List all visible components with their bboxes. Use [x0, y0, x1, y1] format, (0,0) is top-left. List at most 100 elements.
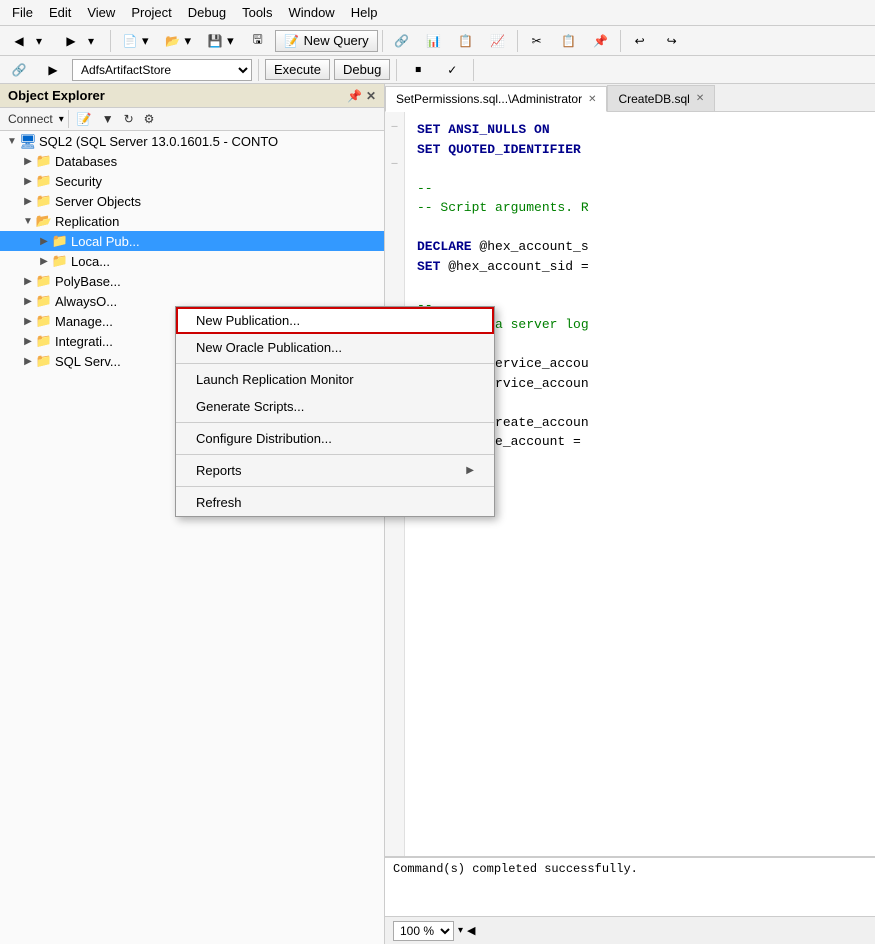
copy-button[interactable]: 📋: [554, 30, 584, 52]
zoom-dropdown-icon[interactable]: ▾: [458, 925, 463, 936]
new-query-icon: 📝: [284, 33, 300, 49]
filter-button[interactable]: ▼: [98, 110, 118, 128]
toolbar2-icon2[interactable]: ▶: [38, 59, 68, 81]
save-all-button[interactable]: 🖫: [243, 30, 273, 52]
configure-distribution-label: Configure Distribution...: [196, 431, 332, 446]
properties-button[interactable]: ⚙: [140, 110, 159, 128]
tree-polybase[interactable]: ▶ 📁 PolyBase...: [0, 271, 384, 291]
ctx-new-publication[interactable]: New Publication...: [176, 307, 494, 334]
ctx-refresh[interactable]: Refresh: [176, 489, 494, 516]
tab-setpermissions[interactable]: SetPermissions.sql...\Administrator ✕: [385, 86, 607, 112]
check-button[interactable]: ✓: [437, 59, 467, 81]
sql-line-4: --: [417, 179, 863, 199]
collapse-btn1[interactable]: —: [391, 120, 397, 135]
toolbar-icon3-button[interactable]: 📋: [451, 30, 481, 52]
server-icon: 🖥: [20, 133, 36, 149]
connect-dropdown-icon[interactable]: ▾: [59, 114, 64, 125]
icon2: 📊: [426, 33, 442, 49]
new-query-button[interactable]: 📝 New Query: [275, 30, 378, 52]
new-query-oe-icon: 📝: [77, 112, 92, 126]
menu-project[interactable]: Project: [123, 3, 179, 22]
paste-button[interactable]: 📌: [586, 30, 616, 52]
tree-local-publications[interactable]: ▶ 📁 Local Pub...: [0, 231, 384, 251]
alwayson-folder-icon: 📁: [36, 293, 52, 309]
undo-button[interactable]: ↩: [625, 30, 655, 52]
toolbar-icon2-button[interactable]: 📊: [419, 30, 449, 52]
sql-line-8: SET @hex_account_sid =: [417, 257, 863, 277]
menu-help[interactable]: Help: [343, 3, 386, 22]
menu-view[interactable]: View: [79, 3, 123, 22]
ctx-launch-replication-monitor[interactable]: Launch Replication Monitor: [176, 366, 494, 393]
redo-button[interactable]: ↪: [657, 30, 687, 52]
polybase-expander: ▶: [20, 273, 36, 289]
new-query-label: New Query: [304, 33, 369, 48]
databases-expander: ▶: [20, 153, 36, 169]
ctx-new-oracle-publication[interactable]: New Oracle Publication...: [176, 334, 494, 361]
toolbar-icon1-button[interactable]: 🔗: [387, 30, 417, 52]
tab-bar: SetPermissions.sql...\Administrator ✕ Cr…: [385, 84, 875, 112]
run-icon: ▶: [45, 62, 61, 78]
sep2: [382, 30, 383, 52]
menu-window[interactable]: Window: [280, 3, 342, 22]
sep5: [258, 59, 259, 81]
undo-icon: ↩: [632, 33, 648, 49]
cut-button[interactable]: ✂: [522, 30, 552, 52]
open-dropdown: ▾: [185, 33, 192, 49]
connect-button[interactable]: Connect: [4, 110, 57, 128]
server-objects-expander: ▶: [20, 193, 36, 209]
forward-button[interactable]: ▶ ▾: [56, 30, 106, 52]
databases-label: Databases: [55, 154, 117, 169]
sep6: [396, 59, 397, 81]
tree-server-objects[interactable]: ▶ 📁 Server Objects: [0, 191, 384, 211]
new-file-button[interactable]: 📄 ▾: [115, 30, 156, 52]
save-button[interactable]: 💾 ▾: [200, 30, 241, 52]
tree-local-subscriptions[interactable]: ▶ 📁 Loca...: [0, 251, 384, 271]
object-explorer-title: Object Explorer: [8, 88, 105, 103]
tree-security[interactable]: ▶ 📁 Security: [0, 171, 384, 191]
tab-createdb[interactable]: CreateDB.sql ✕: [607, 85, 715, 111]
new-query-oe-button[interactable]: 📝: [73, 110, 96, 128]
alwayson-expander: ▶: [20, 293, 36, 309]
open-icon: 📂: [165, 33, 181, 49]
debug-button[interactable]: Debug: [334, 59, 390, 80]
main-area: Object Explorer 📌 ✕ Connect ▾ 📝 ▼ ↻ ⚙: [0, 84, 875, 944]
ctx-generate-scripts[interactable]: Generate Scripts...: [176, 393, 494, 420]
scroll-left-icon[interactable]: ◀: [467, 924, 475, 937]
tree-server-root[interactable]: ▼ 🖥 SQL2 (SQL Server 13.0.1601.5 - CONTO: [0, 131, 384, 151]
menu-file[interactable]: File: [4, 3, 41, 22]
management-expander: ▶: [20, 313, 36, 329]
ctx-sep3: [176, 454, 494, 455]
sql-line-2: SET QUOTED_IDENTIFIER: [417, 140, 863, 160]
tab-setpermissions-close[interactable]: ✕: [588, 94, 596, 105]
pin-icon[interactable]: 📌: [347, 89, 362, 103]
toolbar-icon4-button[interactable]: 📈: [483, 30, 513, 52]
collapse-btn2[interactable]: —: [391, 157, 397, 172]
sql-line-7: DECLARE @hex_account_s: [417, 237, 863, 257]
integration-expander: ▶: [20, 333, 36, 349]
close-oe-icon[interactable]: ✕: [366, 89, 376, 103]
menu-edit[interactable]: Edit: [41, 3, 79, 22]
execute-button[interactable]: Execute: [265, 59, 330, 80]
menu-debug[interactable]: Debug: [180, 3, 234, 22]
back-button[interactable]: ◀ ▾: [4, 30, 54, 52]
new-oracle-publication-label: New Oracle Publication...: [196, 340, 342, 355]
ctx-reports[interactable]: Reports ▶: [176, 457, 494, 484]
menu-tools[interactable]: Tools: [234, 3, 280, 22]
refresh-oe-button[interactable]: ↻: [120, 110, 138, 128]
stop-button[interactable]: ⏹: [403, 59, 433, 81]
check-icon: ✓: [444, 62, 460, 78]
agent-folder-icon: 📁: [36, 353, 52, 369]
management-label: Manage...: [55, 314, 113, 329]
tree-replication[interactable]: ▼ 📂 Replication: [0, 211, 384, 231]
ctx-configure-distribution[interactable]: Configure Distribution...: [176, 425, 494, 452]
tree-databases[interactable]: ▶ 📁 Databases: [0, 151, 384, 171]
open-file-button[interactable]: 📂 ▾: [158, 30, 199, 52]
databases-folder-icon: 📁: [36, 153, 52, 169]
database-selector[interactable]: AdfsArtifactStore: [72, 59, 252, 81]
tab-createdb-close[interactable]: ✕: [696, 93, 704, 104]
local-sub-folder-icon: 📁: [52, 253, 68, 269]
back-icon: ◀: [11, 33, 27, 49]
zoom-selector[interactable]: 100 %: [393, 921, 454, 941]
toolbar2-icon1[interactable]: 🔗: [4, 59, 34, 81]
refresh-label: Refresh: [196, 495, 242, 510]
